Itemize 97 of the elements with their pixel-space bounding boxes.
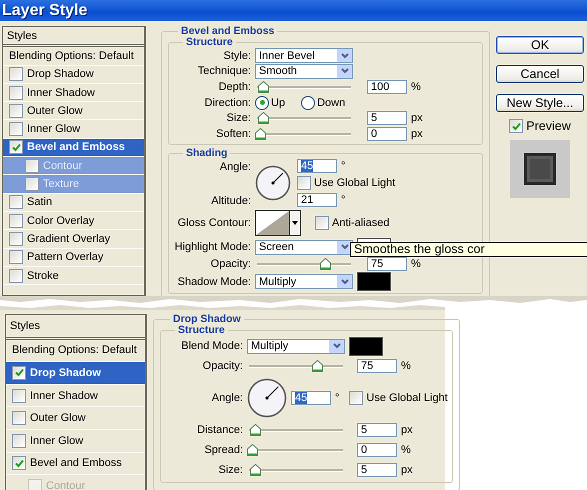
style-list-item[interactable]: Outer Glow bbox=[3, 102, 144, 120]
field-label: Angle: bbox=[218, 160, 252, 173]
style-list-item[interactable]: Bevel and Emboss bbox=[3, 138, 144, 158]
style-label: Gradient Overlay bbox=[27, 232, 110, 245]
style-list-item[interactable]: Outer Glow bbox=[6, 407, 145, 430]
field-label: Soften: bbox=[215, 128, 252, 140]
group-title: Shading bbox=[185, 148, 228, 159]
field-label: Distance: bbox=[196, 424, 244, 436]
style-label: Drop Shadow bbox=[27, 68, 94, 80]
style-label: Bevel and Emboss bbox=[30, 457, 122, 470]
field-label: Size: bbox=[226, 112, 252, 124]
radio-option[interactable]: Up bbox=[255, 96, 286, 110]
dialog-button[interactable]: OK bbox=[496, 36, 584, 54]
style-list-item[interactable]: Inner Shadow bbox=[6, 384, 145, 408]
value-field[interactable]: 21 bbox=[297, 192, 337, 207]
field-label: Direction: bbox=[204, 96, 252, 109]
unit-label: ° bbox=[341, 160, 346, 172]
style-list-item[interactable]: Blending Options: Default bbox=[3, 47, 144, 66]
style-label: Outer Glow bbox=[27, 104, 83, 117]
value-field[interactable]: 5 bbox=[357, 423, 397, 437]
dialog-button[interactable]: New Style... bbox=[496, 94, 584, 112]
group-title: Structure bbox=[178, 325, 226, 336]
unit-label: px bbox=[411, 128, 423, 140]
value-field[interactable]: 100 bbox=[367, 80, 407, 94]
unit-label: px bbox=[411, 112, 423, 124]
field-label: Spread: bbox=[203, 444, 244, 456]
style-label: Drop Shadow bbox=[30, 366, 101, 379]
list-header: Styles bbox=[6, 315, 145, 340]
radio-option[interactable]: Down bbox=[301, 96, 346, 110]
style-list-item[interactable]: Color Overlay bbox=[3, 212, 144, 230]
value-field[interactable]: 45 bbox=[297, 158, 337, 173]
style-label: Contour bbox=[46, 480, 86, 490]
style-label: Texture bbox=[43, 178, 80, 190]
style-list-item[interactable]: Pattern Overlay bbox=[3, 248, 144, 267]
dropdown[interactable]: Multiply bbox=[255, 274, 353, 290]
field-label: Opacity: bbox=[210, 258, 252, 270]
style-label: Blending Options: Default bbox=[12, 344, 137, 356]
style-list-item[interactable]: Satin bbox=[3, 194, 144, 212]
tooltip: Smoothes the gloss cor bbox=[350, 242, 587, 257]
style-label: Inner Glow bbox=[27, 123, 80, 136]
unit-label: ° bbox=[335, 392, 340, 404]
style-label: Contour bbox=[43, 160, 82, 172]
window-title: Layer Style bbox=[2, 2, 88, 20]
section-title: Bevel and Emboss bbox=[180, 26, 276, 37]
field-label: Angle: bbox=[210, 392, 244, 404]
value-field[interactable]: 45 bbox=[291, 391, 331, 405]
field-label: Style: bbox=[222, 50, 252, 62]
checkbox-label: Use Global Light bbox=[314, 176, 396, 189]
style-label: Bevel and Emboss bbox=[27, 141, 125, 154]
field-label: Altitude: bbox=[210, 194, 252, 207]
style-list-item[interactable]: Gradient Overlay bbox=[3, 230, 144, 249]
style-label: Satin bbox=[27, 196, 52, 208]
field-label: Opacity: bbox=[202, 360, 244, 372]
dropdown[interactable]: Screen bbox=[255, 240, 353, 255]
style-label: Outer Glow bbox=[30, 412, 86, 424]
dialog-button[interactable]: Cancel bbox=[496, 65, 584, 83]
field-label: Technique: bbox=[196, 65, 252, 78]
style-list-item[interactable]: Bevel and Emboss bbox=[6, 452, 145, 476]
value-field[interactable]: 0 bbox=[367, 126, 407, 141]
style-label: Stroke bbox=[27, 270, 59, 282]
field-label: Gloss Contour: bbox=[176, 217, 252, 230]
list-header: Styles bbox=[3, 27, 144, 48]
field-label: Shadow Mode: bbox=[176, 276, 252, 288]
style-list-item[interactable]: Inner Glow bbox=[6, 430, 145, 453]
dropdown[interactable]: Multiply bbox=[247, 338, 345, 354]
value-field[interactable]: 75 bbox=[357, 359, 397, 373]
style-list-item[interactable]: Drop Shadow bbox=[6, 362, 145, 385]
value-field[interactable]: 0 bbox=[357, 443, 397, 457]
unit-label: ° bbox=[341, 194, 346, 206]
checkbox-label: Anti-aliased bbox=[332, 217, 390, 230]
checkbox-label: Use Global Light bbox=[366, 392, 448, 404]
style-list-item[interactable]: Stroke bbox=[3, 266, 144, 286]
unit-label: px bbox=[401, 464, 413, 476]
unit-label: px bbox=[401, 424, 413, 436]
field-label: Size: bbox=[218, 464, 244, 476]
field-label: Highlight Mode: bbox=[174, 241, 252, 254]
style-label: Inner Shadow bbox=[27, 86, 95, 99]
group-title: Structure bbox=[185, 37, 234, 48]
style-label: Blending Options: Default bbox=[9, 50, 134, 62]
unit-label: % bbox=[401, 360, 411, 372]
style-label: Color Overlay bbox=[27, 214, 94, 227]
value-field[interactable]: 5 bbox=[367, 111, 407, 126]
style-label: Inner Shadow bbox=[30, 390, 98, 402]
section-title: Drop Shadow bbox=[172, 314, 242, 325]
unit-label: % bbox=[411, 80, 421, 93]
style-label: Pattern Overlay bbox=[27, 251, 104, 264]
value-field[interactable]: 5 bbox=[357, 463, 397, 477]
checkbox-label: Preview bbox=[526, 119, 571, 133]
dropdown[interactable]: Inner Bevel bbox=[255, 48, 353, 64]
unit-label: % bbox=[401, 444, 411, 456]
style-list-item[interactable]: Inner Shadow bbox=[3, 84, 144, 102]
style-label: Inner Glow bbox=[30, 434, 84, 447]
unit-label: % bbox=[411, 258, 421, 270]
style-list-item[interactable]: Drop Shadow bbox=[3, 66, 144, 84]
field-label: Depth: bbox=[218, 80, 252, 93]
value-field[interactable]: 75 bbox=[367, 257, 407, 272]
field-label: Blend Mode: bbox=[180, 340, 244, 352]
